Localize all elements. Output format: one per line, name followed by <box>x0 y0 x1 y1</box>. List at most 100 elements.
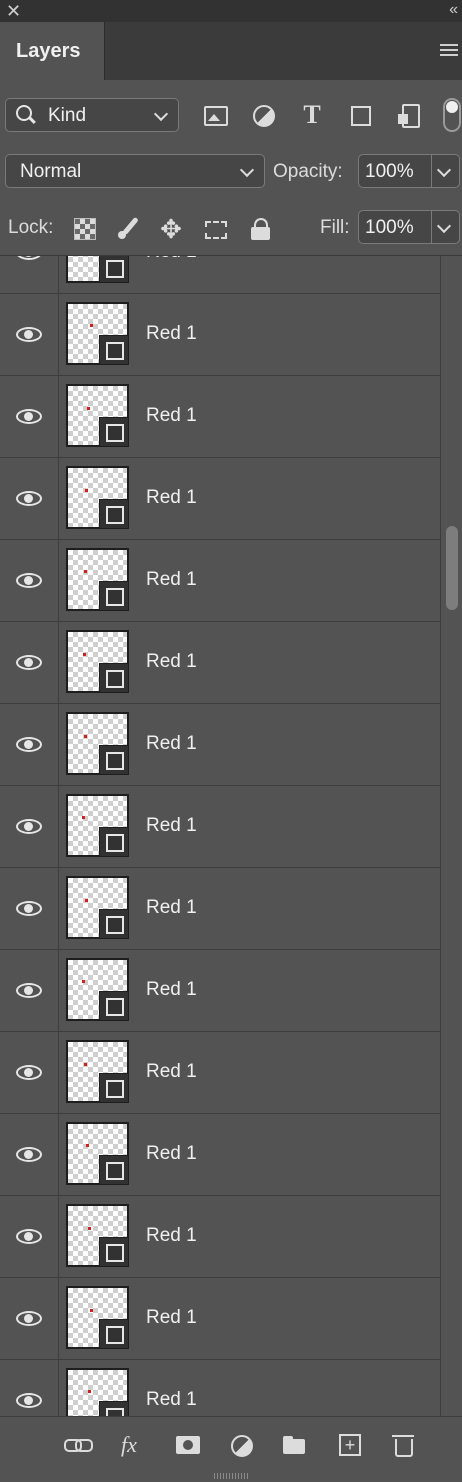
layer-thumbnail[interactable] <box>66 256 129 283</box>
layer-thumbnail[interactable] <box>66 1040 129 1103</box>
visibility-toggle[interactable] <box>0 868 59 949</box>
layer-name[interactable]: Red 1 <box>146 569 197 591</box>
lock-artboard-icon[interactable] <box>202 216 228 242</box>
layer-thumbnail[interactable] <box>66 1204 129 1267</box>
eye-icon[interactable] <box>16 1147 42 1162</box>
layer-row[interactable]: Red 1 <box>0 1114 440 1196</box>
layer-thumbnail[interactable] <box>66 302 129 365</box>
layer-thumbnail[interactable] <box>66 384 129 447</box>
lock-image-pixels-icon[interactable] <box>116 216 142 242</box>
layer-thumbnail[interactable] <box>66 794 129 857</box>
layer-row[interactable]: Red 1 <box>0 1360 440 1416</box>
visibility-toggle[interactable] <box>0 1278 59 1359</box>
layer-name[interactable]: Red 1 <box>146 815 197 837</box>
layer-name[interactable]: Red 1 <box>146 1389 197 1411</box>
delete-layer-icon[interactable] <box>390 1431 418 1459</box>
new-layer-icon[interactable] <box>337 1431 365 1459</box>
eye-icon[interactable] <box>16 1229 42 1244</box>
layer-name[interactable]: Red 1 <box>146 733 197 755</box>
layer-thumbnail[interactable] <box>66 876 129 939</box>
eye-icon[interactable] <box>16 573 42 588</box>
layer-row[interactable]: Red 1 <box>0 1032 440 1114</box>
fill-field[interactable]: 100% <box>358 210 460 244</box>
layer-name[interactable]: Red 1 <box>146 256 197 263</box>
tab-layers[interactable]: Layers <box>0 22 105 80</box>
opacity-field[interactable]: 100% <box>358 154 460 188</box>
layer-name[interactable]: Red 1 <box>146 405 197 427</box>
visibility-toggle[interactable] <box>0 458 59 539</box>
layer-thumbnail[interactable] <box>66 1122 129 1185</box>
layer-row[interactable]: Red 1 <box>0 256 440 294</box>
layer-row[interactable]: Red 1 <box>0 1196 440 1278</box>
eye-icon[interactable] <box>16 327 42 342</box>
visibility-toggle[interactable] <box>0 1032 59 1113</box>
layer-name[interactable]: Red 1 <box>146 323 197 345</box>
layer-row[interactable]: Red 1 <box>0 704 440 786</box>
layer-style-icon[interactable]: fx <box>121 1431 149 1459</box>
layer-name[interactable]: Red 1 <box>146 1307 197 1329</box>
visibility-toggle[interactable] <box>0 950 59 1031</box>
layer-thumbnail[interactable] <box>66 1368 129 1416</box>
layer-name[interactable]: Red 1 <box>146 1225 197 1247</box>
layer-row[interactable]: Red 1 <box>0 540 440 622</box>
layer-name[interactable]: Red 1 <box>146 1061 197 1083</box>
resize-grip[interactable] <box>214 1473 250 1479</box>
layer-row[interactable]: Red 1 <box>0 1278 440 1360</box>
smart-object-filter-icon[interactable] <box>396 102 422 128</box>
layer-name[interactable]: Red 1 <box>146 487 197 509</box>
layer-row[interactable]: Red 1 <box>0 868 440 950</box>
layers-scrollbar[interactable] <box>440 256 462 1416</box>
blend-mode-select[interactable]: Normal <box>5 154 265 188</box>
chevron-down-icon[interactable] <box>436 162 452 178</box>
layer-name[interactable]: Red 1 <box>146 1143 197 1165</box>
visibility-toggle[interactable] <box>0 1196 59 1277</box>
panel-menu-icon[interactable] <box>440 44 458 58</box>
lock-position-icon[interactable]: ✥ <box>158 216 184 242</box>
visibility-toggle[interactable] <box>0 256 59 293</box>
eye-icon[interactable] <box>16 737 42 752</box>
visibility-toggle[interactable] <box>0 540 59 621</box>
type-filter-icon[interactable]: T <box>299 102 325 128</box>
eye-icon[interactable] <box>16 409 42 424</box>
visibility-toggle[interactable] <box>0 1114 59 1195</box>
eye-icon[interactable] <box>16 1311 42 1326</box>
new-group-icon[interactable] <box>281 1431 309 1459</box>
layer-thumbnail[interactable] <box>66 466 129 529</box>
layer-row[interactable]: Red 1 <box>0 622 440 704</box>
layer-name[interactable]: Red 1 <box>146 651 197 673</box>
lock-transparent-pixels-icon[interactable] <box>72 216 98 242</box>
visibility-toggle[interactable] <box>0 294 59 375</box>
shape-filter-icon[interactable] <box>347 102 373 128</box>
add-mask-icon[interactable] <box>175 1431 203 1459</box>
eye-icon[interactable] <box>16 1393 42 1408</box>
close-panel-icon[interactable]: ✕ <box>6 1 21 21</box>
layer-thumbnail[interactable] <box>66 958 129 1021</box>
eye-icon[interactable] <box>16 655 42 670</box>
chevron-down-icon[interactable] <box>436 218 452 234</box>
layer-name[interactable]: Red 1 <box>146 979 197 1001</box>
layer-thumbnail[interactable] <box>66 548 129 611</box>
eye-icon[interactable] <box>16 256 42 260</box>
eye-icon[interactable] <box>16 1065 42 1080</box>
filter-kind-select[interactable]: Kind <box>5 98 179 132</box>
layer-row[interactable]: Red 1 <box>0 786 440 868</box>
visibility-toggle[interactable] <box>0 704 59 785</box>
visibility-toggle[interactable] <box>0 622 59 703</box>
layer-thumbnail[interactable] <box>66 630 129 693</box>
layer-row[interactable]: Red 1 <box>0 294 440 376</box>
new-adjustment-layer-icon[interactable] <box>229 1431 257 1459</box>
visibility-toggle[interactable] <box>0 376 59 457</box>
eye-icon[interactable] <box>16 491 42 506</box>
scroll-thumb[interactable] <box>446 526 458 610</box>
eye-icon[interactable] <box>16 983 42 998</box>
layer-name[interactable]: Red 1 <box>146 897 197 919</box>
eye-icon[interactable] <box>16 819 42 834</box>
layer-row[interactable]: Red 1 <box>0 950 440 1032</box>
image-filter-icon[interactable] <box>202 102 228 128</box>
filter-toggle[interactable] <box>443 98 461 132</box>
collapse-panel-icon[interactable]: « <box>449 0 458 20</box>
layer-thumbnail[interactable] <box>66 712 129 775</box>
link-layers-icon[interactable] <box>64 1431 93 1459</box>
layer-row[interactable]: Red 1 <box>0 376 440 458</box>
visibility-toggle[interactable] <box>0 1360 59 1416</box>
